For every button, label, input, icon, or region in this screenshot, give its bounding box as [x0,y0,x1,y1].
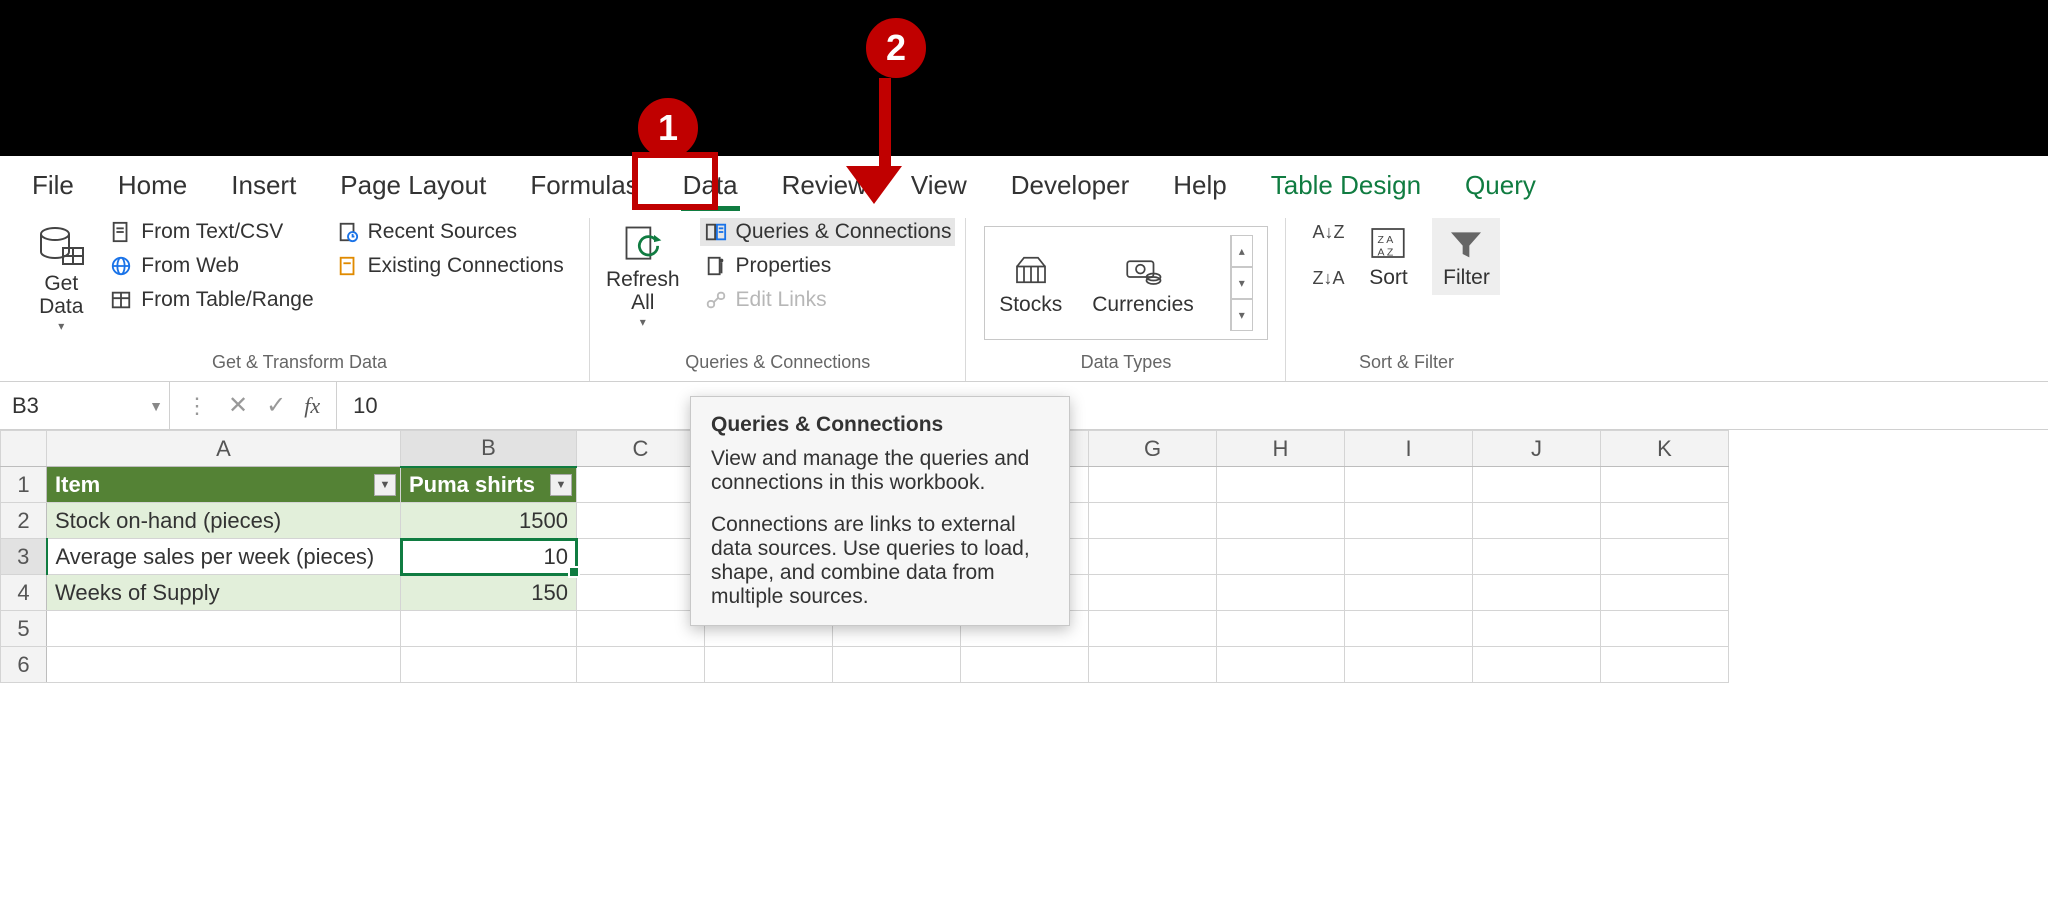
formula-input[interactable]: 10 [337,382,2048,429]
group-queries-connections: Refresh All ▾ Queries & Connections Prop… [590,218,966,381]
ribbon-body: Get Data ▾ From Text/CSV From Web From T… [0,212,2048,382]
tab-file[interactable]: File [24,166,82,209]
group-label-queries: Queries & Connections [685,348,870,377]
callout-1: 1 [638,98,698,158]
tab-insert[interactable]: Insert [223,166,304,209]
cell-A4[interactable]: Weeks of Supply [47,575,401,611]
name-box[interactable]: B3 ▼ [0,382,170,429]
group-get-transform: Get Data ▾ From Text/CSV From Web From T… [10,218,590,381]
tab-help[interactable]: Help [1165,166,1234,209]
queries-connections-button[interactable]: Queries & Connections [700,218,956,246]
text-file-icon [109,220,133,244]
insert-function-button[interactable]: fx [304,393,320,419]
dots-icon: ⋮ [186,393,210,419]
tab-developer[interactable]: Developer [1003,166,1138,209]
tooltip-body-2: Connections are links to external data s… [711,513,1049,609]
tab-view[interactable]: View [903,166,975,209]
cell-B2[interactable]: 1500 [401,503,577,539]
filter-dropdown-icon[interactable]: ▼ [550,474,572,496]
currencies-icon [1119,249,1167,291]
sort-button[interactable]: Z AA Z Sort [1358,218,1418,293]
from-web-button[interactable]: From Web [105,252,317,280]
group-label-get-transform: Get & Transform Data [212,348,387,377]
existing-connections-icon [336,254,360,278]
from-text-csv-button[interactable]: From Text/CSV [105,218,317,246]
database-icon [37,222,85,270]
stocks-button[interactable]: Stocks [999,249,1062,316]
tab-page-layout[interactable]: Page Layout [332,166,494,209]
currencies-button[interactable]: Currencies [1092,249,1194,316]
queries-connections-tooltip: Queries & Connections View and manage th… [690,396,1070,626]
sort-desc-icon: Z↓A [1316,266,1340,290]
tooltip-title: Queries & Connections [711,413,1049,437]
cell-A1[interactable]: Item▼ [47,467,401,503]
col-header-G[interactable]: G [1089,431,1217,467]
cell-A2[interactable]: Stock on-hand (pieces) [47,503,401,539]
cell-C1[interactable] [577,467,705,503]
cell-B4[interactable]: 150 [401,575,577,611]
existing-connections-button[interactable]: Existing Connections [332,252,568,280]
data-types-gallery[interactable]: Stocks Currencies ▴▾▾ [984,226,1268,340]
row-header-6[interactable]: 6 [1,647,47,683]
tooltip-body-1: View and manage the queries and connecti… [711,447,1049,495]
tab-table-design[interactable]: Table Design [1263,166,1429,209]
chevron-down-icon[interactable]: ▼ [149,398,163,414]
col-header-I[interactable]: I [1345,431,1473,467]
col-header-K[interactable]: K [1601,431,1729,467]
from-table-range-button[interactable]: From Table/Range [105,286,317,314]
edit-links-button: Edit Links [700,286,956,314]
sort-dialog-icon: Z AA Z [1364,222,1412,264]
row-header-3[interactable]: 3 [1,539,47,575]
col-header-J[interactable]: J [1473,431,1601,467]
row-header-1[interactable]: 1 [1,467,47,503]
filter-dropdown-icon[interactable]: ▼ [374,474,396,496]
col-header-H[interactable]: H [1217,431,1345,467]
group-label-sort-filter: Sort & Filter [1359,348,1454,377]
tab-query[interactable]: Query [1457,166,1544,209]
get-data-button[interactable]: Get Data ▾ [31,218,91,337]
cell-B3[interactable]: 10 [401,539,577,575]
queries-connections-icon [704,220,728,244]
group-data-types: Stocks Currencies ▴▾▾ Data Types [966,218,1286,381]
row-header-4[interactable]: 4 [1,575,47,611]
cell-A3[interactable]: Average sales per week (pieces) [47,539,401,575]
refresh-all-button[interactable]: Refresh All ▾ [600,218,686,333]
enter-icon[interactable]: ✓ [266,391,286,420]
recent-sources-button[interactable]: Recent Sources [332,218,568,246]
sort-asc-button[interactable]: A↓Z [1312,218,1344,246]
globe-icon [109,254,133,278]
group-sort-filter: A↓Z Z↓A Z AA Z Sort Filter Sort & Filter [1286,218,1526,381]
recent-icon [336,220,360,244]
top-black-band [0,0,2048,156]
edit-links-icon [704,288,728,312]
data-types-scroll[interactable]: ▴▾▾ [1230,235,1253,331]
callout-2: 2 [866,18,926,78]
row-header-2[interactable]: 2 [1,503,47,539]
sort-asc-icon: A↓Z [1316,220,1340,244]
ribbon-tabs: File Home Insert Page Layout Formulas Da… [0,156,2048,212]
filter-icon [1442,224,1490,264]
row-header-5[interactable]: 5 [1,611,47,647]
col-header-C[interactable]: C [577,431,705,467]
cell-B1[interactable]: Puma shirts▼ [401,467,577,503]
filter-button[interactable]: Filter [1432,218,1500,295]
col-header-A[interactable]: A [47,431,401,467]
svg-text:A Z: A Z [1378,246,1394,258]
tab-home[interactable]: Home [110,166,195,209]
group-label-data-types: Data Types [1081,348,1172,377]
tab-formulas[interactable]: Formulas [522,166,646,209]
cancel-icon[interactable]: ✕ [228,391,248,420]
select-all-corner[interactable] [1,431,47,467]
stocks-icon [1007,249,1055,291]
properties-button[interactable]: Properties [700,252,956,280]
refresh-icon [619,222,667,266]
svg-text:Z A: Z A [1378,234,1394,246]
col-header-B[interactable]: B [401,431,577,467]
table-range-icon [109,288,133,312]
sort-desc-button[interactable]: Z↓A [1312,264,1344,292]
arrow-to-queries [868,78,902,204]
data-tab-highlight-box [632,152,718,210]
properties-icon [704,254,728,278]
